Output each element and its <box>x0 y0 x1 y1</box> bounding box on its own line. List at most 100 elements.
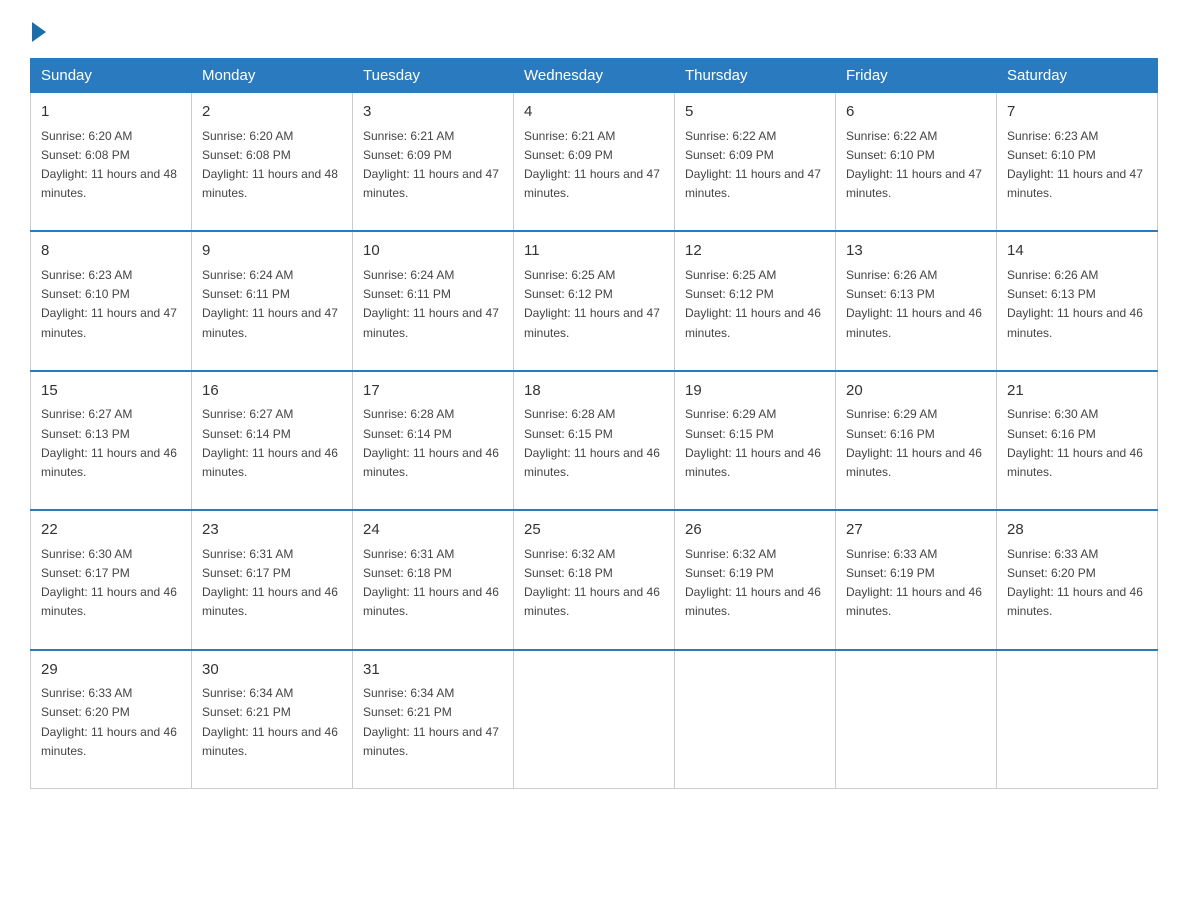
day-number: 12 <box>685 240 825 263</box>
day-info: Sunrise: 6:22 AM Sunset: 6:09 PM Dayligh… <box>685 127 825 223</box>
calendar-cell: 14 Sunrise: 6:26 AM Sunset: 6:13 PM Dayl… <box>997 231 1158 370</box>
week-row-4: 22 Sunrise: 6:30 AM Sunset: 6:17 PM Dayl… <box>31 510 1158 649</box>
calendar-cell: 26 Sunrise: 6:32 AM Sunset: 6:19 PM Dayl… <box>675 510 836 649</box>
week-row-1: 1 Sunrise: 6:20 AM Sunset: 6:08 PM Dayli… <box>31 93 1158 232</box>
day-number: 20 <box>846 380 986 403</box>
day-number: 22 <box>41 519 181 542</box>
day-info: Sunrise: 6:22 AM Sunset: 6:10 PM Dayligh… <box>846 127 986 223</box>
day-number: 3 <box>363 101 503 124</box>
calendar-cell <box>675 650 836 789</box>
day-number: 19 <box>685 380 825 403</box>
day-info: Sunrise: 6:26 AM Sunset: 6:13 PM Dayligh… <box>1007 266 1147 362</box>
calendar-cell: 30 Sunrise: 6:34 AM Sunset: 6:21 PM Dayl… <box>192 650 353 789</box>
day-number: 8 <box>41 240 181 263</box>
calendar-cell: 20 Sunrise: 6:29 AM Sunset: 6:16 PM Dayl… <box>836 371 997 510</box>
calendar-cell <box>514 650 675 789</box>
logo-arrow-icon <box>32 22 46 42</box>
day-info: Sunrise: 6:33 AM Sunset: 6:20 PM Dayligh… <box>41 684 181 780</box>
calendar-header-row: SundayMondayTuesdayWednesdayThursdayFrid… <box>31 59 1158 93</box>
calendar-cell <box>836 650 997 789</box>
day-number: 7 <box>1007 101 1147 124</box>
day-info: Sunrise: 6:30 AM Sunset: 6:17 PM Dayligh… <box>41 545 181 641</box>
day-number: 1 <box>41 101 181 124</box>
day-info: Sunrise: 6:25 AM Sunset: 6:12 PM Dayligh… <box>524 266 664 362</box>
day-info: Sunrise: 6:29 AM Sunset: 6:16 PM Dayligh… <box>846 405 986 501</box>
day-info: Sunrise: 6:29 AM Sunset: 6:15 PM Dayligh… <box>685 405 825 501</box>
page-header <box>30 20 1158 38</box>
day-number: 28 <box>1007 519 1147 542</box>
calendar-cell: 31 Sunrise: 6:34 AM Sunset: 6:21 PM Dayl… <box>353 650 514 789</box>
calendar-cell: 13 Sunrise: 6:26 AM Sunset: 6:13 PM Dayl… <box>836 231 997 370</box>
day-number: 5 <box>685 101 825 124</box>
calendar-cell: 6 Sunrise: 6:22 AM Sunset: 6:10 PM Dayli… <box>836 93 997 232</box>
day-info: Sunrise: 6:28 AM Sunset: 6:14 PM Dayligh… <box>363 405 503 501</box>
header-wednesday: Wednesday <box>514 59 675 93</box>
day-info: Sunrise: 6:27 AM Sunset: 6:13 PM Dayligh… <box>41 405 181 501</box>
day-info: Sunrise: 6:32 AM Sunset: 6:19 PM Dayligh… <box>685 545 825 641</box>
day-number: 29 <box>41 659 181 682</box>
day-info: Sunrise: 6:24 AM Sunset: 6:11 PM Dayligh… <box>202 266 342 362</box>
day-info: Sunrise: 6:23 AM Sunset: 6:10 PM Dayligh… <box>1007 127 1147 223</box>
day-number: 21 <box>1007 380 1147 403</box>
calendar-cell: 3 Sunrise: 6:21 AM Sunset: 6:09 PM Dayli… <box>353 93 514 232</box>
calendar-cell: 24 Sunrise: 6:31 AM Sunset: 6:18 PM Dayl… <box>353 510 514 649</box>
day-number: 13 <box>846 240 986 263</box>
calendar-cell: 25 Sunrise: 6:32 AM Sunset: 6:18 PM Dayl… <box>514 510 675 649</box>
calendar-cell: 1 Sunrise: 6:20 AM Sunset: 6:08 PM Dayli… <box>31 93 192 232</box>
day-info: Sunrise: 6:34 AM Sunset: 6:21 PM Dayligh… <box>363 684 503 780</box>
calendar-cell: 7 Sunrise: 6:23 AM Sunset: 6:10 PM Dayli… <box>997 93 1158 232</box>
day-info: Sunrise: 6:23 AM Sunset: 6:10 PM Dayligh… <box>41 266 181 362</box>
day-info: Sunrise: 6:26 AM Sunset: 6:13 PM Dayligh… <box>846 266 986 362</box>
day-info: Sunrise: 6:33 AM Sunset: 6:20 PM Dayligh… <box>1007 545 1147 641</box>
day-number: 15 <box>41 380 181 403</box>
calendar-cell: 27 Sunrise: 6:33 AM Sunset: 6:19 PM Dayl… <box>836 510 997 649</box>
calendar-cell: 21 Sunrise: 6:30 AM Sunset: 6:16 PM Dayl… <box>997 371 1158 510</box>
day-number: 26 <box>685 519 825 542</box>
day-number: 31 <box>363 659 503 682</box>
calendar-cell: 23 Sunrise: 6:31 AM Sunset: 6:17 PM Dayl… <box>192 510 353 649</box>
day-number: 4 <box>524 101 664 124</box>
week-row-3: 15 Sunrise: 6:27 AM Sunset: 6:13 PM Dayl… <box>31 371 1158 510</box>
day-info: Sunrise: 6:24 AM Sunset: 6:11 PM Dayligh… <box>363 266 503 362</box>
day-info: Sunrise: 6:21 AM Sunset: 6:09 PM Dayligh… <box>524 127 664 223</box>
day-info: Sunrise: 6:32 AM Sunset: 6:18 PM Dayligh… <box>524 545 664 641</box>
day-number: 9 <box>202 240 342 263</box>
logo-top <box>30 20 46 42</box>
header-sunday: Sunday <box>31 59 192 93</box>
day-number: 6 <box>846 101 986 124</box>
day-number: 23 <box>202 519 342 542</box>
header-saturday: Saturday <box>997 59 1158 93</box>
day-info: Sunrise: 6:34 AM Sunset: 6:21 PM Dayligh… <box>202 684 342 780</box>
calendar-cell: 17 Sunrise: 6:28 AM Sunset: 6:14 PM Dayl… <box>353 371 514 510</box>
day-number: 2 <box>202 101 342 124</box>
day-info: Sunrise: 6:21 AM Sunset: 6:09 PM Dayligh… <box>363 127 503 223</box>
day-info: Sunrise: 6:31 AM Sunset: 6:18 PM Dayligh… <box>363 545 503 641</box>
calendar-cell: 15 Sunrise: 6:27 AM Sunset: 6:13 PM Dayl… <box>31 371 192 510</box>
day-number: 24 <box>363 519 503 542</box>
calendar-cell: 11 Sunrise: 6:25 AM Sunset: 6:12 PM Dayl… <box>514 231 675 370</box>
logo <box>30 20 46 38</box>
calendar-cell: 8 Sunrise: 6:23 AM Sunset: 6:10 PM Dayli… <box>31 231 192 370</box>
day-number: 14 <box>1007 240 1147 263</box>
calendar-cell: 18 Sunrise: 6:28 AM Sunset: 6:15 PM Dayl… <box>514 371 675 510</box>
day-info: Sunrise: 6:30 AM Sunset: 6:16 PM Dayligh… <box>1007 405 1147 501</box>
calendar-cell: 16 Sunrise: 6:27 AM Sunset: 6:14 PM Dayl… <box>192 371 353 510</box>
day-info: Sunrise: 6:27 AM Sunset: 6:14 PM Dayligh… <box>202 405 342 501</box>
calendar-table: SundayMondayTuesdayWednesdayThursdayFrid… <box>30 58 1158 789</box>
day-info: Sunrise: 6:20 AM Sunset: 6:08 PM Dayligh… <box>202 127 342 223</box>
day-info: Sunrise: 6:31 AM Sunset: 6:17 PM Dayligh… <box>202 545 342 641</box>
day-number: 10 <box>363 240 503 263</box>
day-number: 27 <box>846 519 986 542</box>
calendar-cell: 12 Sunrise: 6:25 AM Sunset: 6:12 PM Dayl… <box>675 231 836 370</box>
header-thursday: Thursday <box>675 59 836 93</box>
day-number: 11 <box>524 240 664 263</box>
day-number: 25 <box>524 519 664 542</box>
calendar-cell: 2 Sunrise: 6:20 AM Sunset: 6:08 PM Dayli… <box>192 93 353 232</box>
week-row-5: 29 Sunrise: 6:33 AM Sunset: 6:20 PM Dayl… <box>31 650 1158 789</box>
calendar-cell: 4 Sunrise: 6:21 AM Sunset: 6:09 PM Dayli… <box>514 93 675 232</box>
day-info: Sunrise: 6:20 AM Sunset: 6:08 PM Dayligh… <box>41 127 181 223</box>
day-info: Sunrise: 6:28 AM Sunset: 6:15 PM Dayligh… <box>524 405 664 501</box>
day-number: 30 <box>202 659 342 682</box>
day-number: 17 <box>363 380 503 403</box>
calendar-cell: 22 Sunrise: 6:30 AM Sunset: 6:17 PM Dayl… <box>31 510 192 649</box>
